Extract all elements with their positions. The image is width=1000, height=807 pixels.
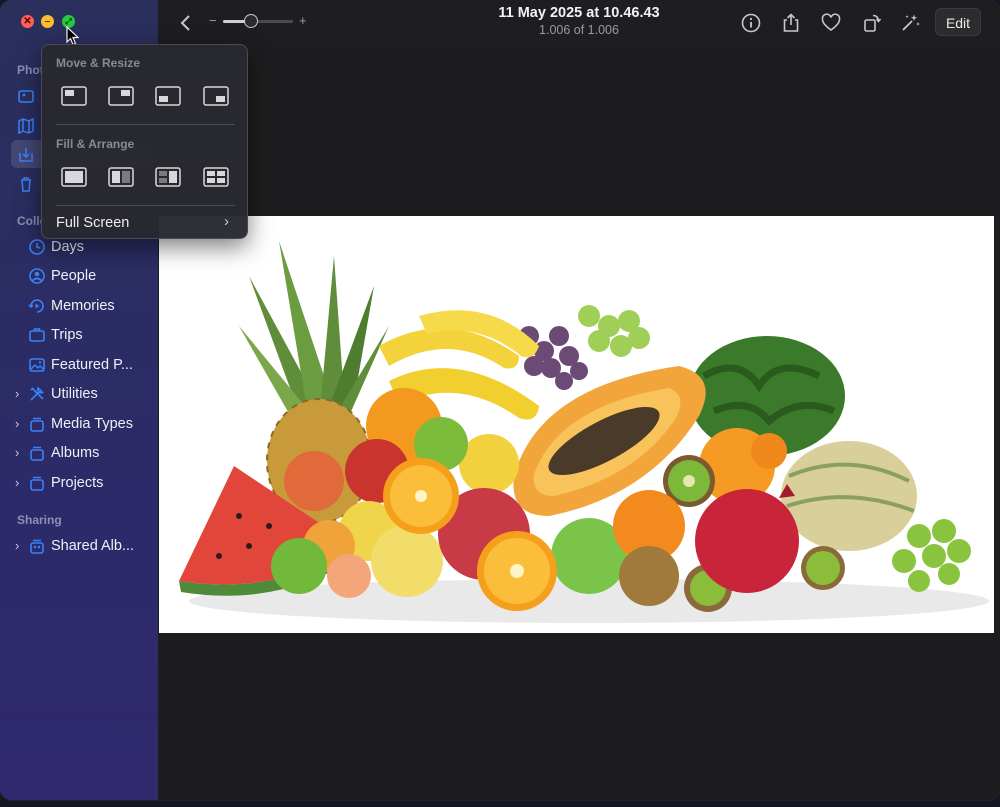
chevron-right-icon[interactable]: › (15, 416, 19, 431)
trash-icon (21, 177, 31, 192)
chevron-right-icon[interactable]: › (15, 445, 19, 460)
fill-window-icon[interactable] (61, 167, 87, 187)
memories-icon (28, 299, 44, 313)
fruit-photo[interactable] (159, 216, 994, 633)
sidebar-item-label: Memories (51, 298, 115, 314)
map-icon (18, 117, 34, 135)
arrange-left-right-icon[interactable] (108, 167, 134, 187)
favorite-heart-icon[interactable] (820, 12, 842, 34)
toolbar: − + 11 May 2025 at 10.46.43 1.006 of 1.0… (158, 0, 1000, 48)
move-resize-heading: Move & Resize (56, 56, 141, 70)
sidebar-item-memories[interactable]: Memories (11, 292, 151, 320)
tile-bottom-left-icon[interactable] (155, 86, 181, 106)
rotate-icon[interactable] (861, 12, 883, 34)
share-icon[interactable] (780, 12, 802, 34)
sidebar-item-label: Featured P... (51, 357, 133, 373)
stack-icon (30, 417, 44, 432)
sidebar-item-label: Albums (51, 445, 100, 461)
sidebar-item-label: Media Types (51, 416, 133, 432)
minimize-window-button[interactable]: – (41, 15, 54, 28)
sidebar-item-label: Shared Alb... (51, 538, 135, 554)
stack-icon (30, 476, 44, 491)
photo-icon (29, 358, 45, 372)
chevron-right-icon[interactable]: › (15, 386, 19, 401)
shared-stack-icon (30, 539, 44, 554)
stack-icon (30, 446, 44, 461)
minimize-icon: – (44, 16, 51, 27)
sidebar-item-albums[interactable]: › Albums (11, 439, 151, 467)
sidebar-item-featured-photos[interactable]: Featured P... (11, 351, 151, 379)
sidebar-item-label: Days (51, 239, 85, 255)
tile-bottom-right-icon[interactable] (203, 86, 229, 106)
popover-divider (56, 205, 235, 206)
section-sharing-label: Sharing (17, 513, 62, 527)
chevron-right-icon[interactable]: › (224, 213, 229, 230)
sidebar-item-label: People (51, 268, 97, 284)
arrange-left-stack-icon[interactable] (155, 167, 181, 187)
photos-window: ✕ – ⤢ Photo Colle Days People Memories T… (0, 0, 1000, 800)
auto-enhance-wand-icon[interactable] (899, 12, 921, 34)
edit-button[interactable]: Edit (935, 8, 981, 36)
suitcase-icon (29, 328, 45, 342)
sidebar-item-shared-albums[interactable]: › Shared Alb... (11, 532, 151, 560)
person-circle-icon (29, 268, 45, 284)
popover-divider (56, 124, 235, 125)
clock-icon (29, 239, 45, 255)
fill-arrange-heading: Fill & Arrange (56, 137, 135, 151)
full-screen-menu-item[interactable]: Full Screen (56, 215, 129, 231)
library-icon (18, 90, 34, 103)
tile-top-left-icon[interactable] (61, 86, 87, 106)
window-tiling-popover: Move & Resize Fill & Arrange Full Screen… (41, 44, 248, 239)
recently-saved-icon (19, 148, 33, 162)
close-window-button[interactable]: ✕ (21, 15, 34, 28)
chevron-right-icon[interactable]: › (15, 538, 19, 553)
sidebar-item-projects[interactable]: › Projects (11, 469, 151, 497)
close-icon: ✕ (23, 16, 32, 27)
sidebar-item-label: Projects (51, 475, 104, 491)
mouse-pointer-icon (66, 26, 80, 46)
arrange-quarters-icon[interactable] (203, 167, 229, 187)
chevron-right-icon[interactable]: › (15, 475, 19, 490)
sidebar-item-label: Trips (51, 327, 83, 343)
info-icon[interactable] (740, 12, 762, 34)
sidebar-item-media-types[interactable]: › Media Types (11, 410, 151, 438)
tile-top-right-icon[interactable] (108, 86, 134, 106)
fruit-image (179, 241, 989, 623)
sidebar-item-utilities[interactable]: › Utilities (11, 380, 151, 408)
sidebar-item-label: Utilities (51, 386, 98, 402)
tools-icon (30, 386, 44, 401)
sidebar-item-trips[interactable]: Trips (11, 321, 151, 349)
photo-viewer (158, 48, 1000, 800)
sidebar-item-people[interactable]: People (11, 262, 151, 290)
